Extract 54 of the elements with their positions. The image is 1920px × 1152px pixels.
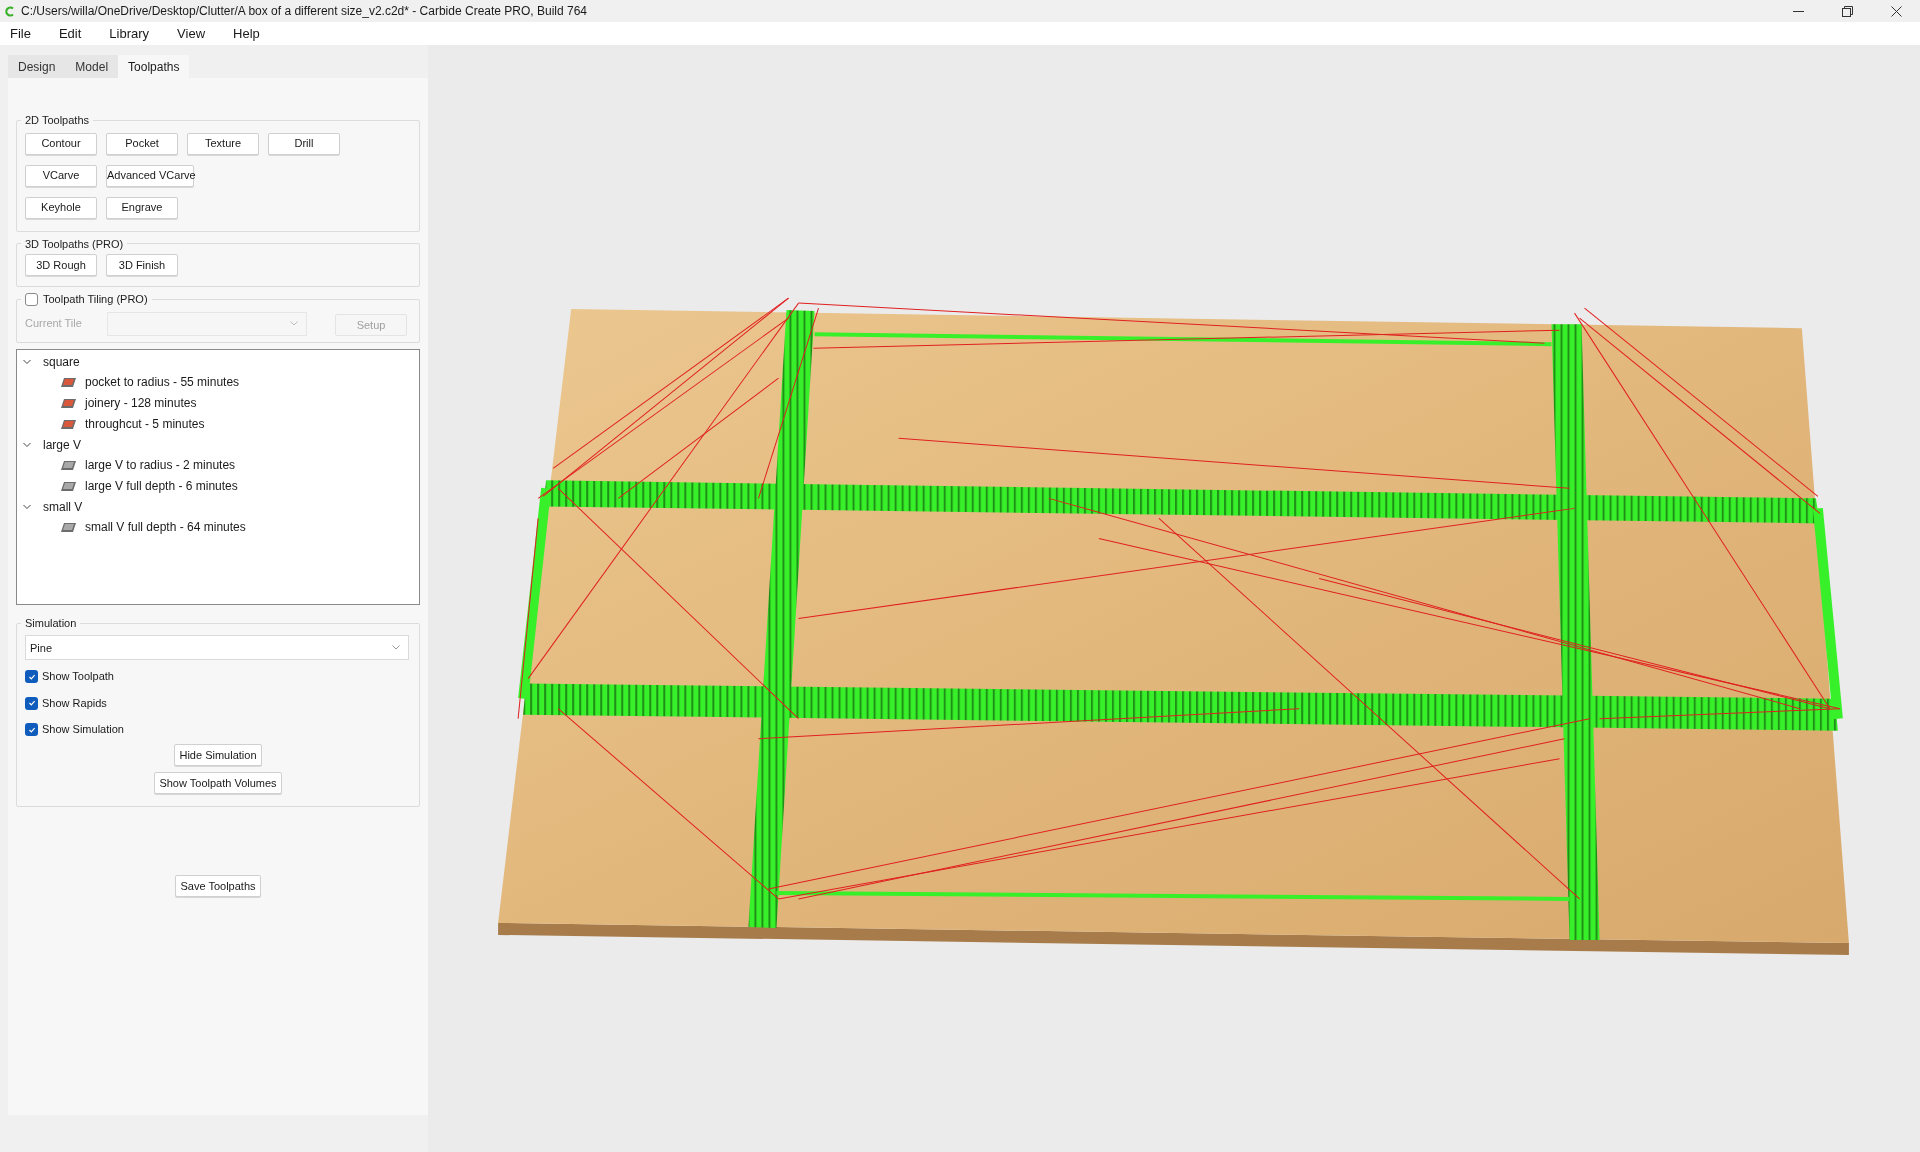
checkbox[interactable]	[25, 723, 38, 736]
group-title: 3D Toolpaths (PRO)	[24, 236, 125, 252]
checkmark-icon	[27, 725, 36, 734]
toolpath-button[interactable]: Pocket	[106, 132, 178, 155]
checkbox-label[interactable]: Show Rapids	[42, 694, 107, 712]
checkbox-label[interactable]: Show Toolpath	[42, 668, 114, 685]
toolpath-item[interactable]: throughcut - 5 minutes	[85, 415, 205, 434]
tree-group-label[interactable]: large V	[43, 435, 82, 454]
window-title: C:/Users/willa/OneDrive/Desktop/Clutter/A box of a different size_v2.c2d* - Carbide Create PRO, Build 764	[21, 3, 588, 20]
toolpath-item[interactable]: small V full depth - 64 minutes	[85, 518, 246, 537]
menu-item[interactable]: Edit	[50, 23, 90, 44]
tab[interactable]: Toolpaths	[118, 55, 190, 78]
chevron-down-icon	[392, 645, 400, 651]
menu-item[interactable]: File	[2, 23, 39, 44]
toolpath-button[interactable]: VCarve	[25, 164, 97, 187]
toolpath-button[interactable]: Advanced VCarve	[106, 164, 194, 187]
toolpath-item[interactable]: large V to radius - 2 minutes	[85, 456, 236, 475]
field-label: Current Tile	[25, 316, 83, 332]
app-logo-icon	[4, 5, 15, 17]
3d-viewport[interactable]	[428, 45, 1920, 1152]
chevron-down-icon[interactable]	[23, 440, 31, 449]
checkbox-label[interactable]: Show Simulation	[42, 721, 124, 738]
toolpath-button[interactable]: Keyhole	[25, 196, 97, 219]
toolpath-button[interactable]: 3D Finish	[106, 254, 178, 276]
restore-icon[interactable]	[1842, 5, 1853, 17]
chevron-down-icon[interactable]	[23, 502, 31, 511]
tab[interactable]: Design	[8, 55, 66, 78]
toolpath-button[interactable]: Engrave	[106, 196, 178, 219]
menu-item[interactable]: Library	[101, 23, 158, 44]
checkbox[interactable]	[25, 670, 38, 683]
checkmark-icon	[27, 672, 36, 681]
toolpath-button[interactable]: Show Toolpath Volumes	[154, 771, 282, 794]
toolpath-item[interactable]: pocket to radius - 55 minutes	[85, 373, 240, 392]
toolpath-item[interactable]: large V full depth - 6 minutes	[85, 477, 238, 496]
tree-group-label[interactable]: square	[43, 352, 80, 371]
toolpath-button[interactable]: Drill	[268, 132, 340, 155]
tree-group-label[interactable]: small V	[43, 497, 83, 516]
toolpath-button[interactable]: Contour	[25, 132, 97, 155]
group-title: Simulation	[24, 615, 78, 631]
toolpath-button[interactable]: 3D Rough	[25, 254, 97, 276]
toolpath-button[interactable]: Hide Simulation	[174, 743, 262, 766]
menu-item[interactable]: View	[169, 23, 214, 44]
checkbox[interactable]	[25, 696, 38, 710]
chevron-down-icon[interactable]	[23, 357, 31, 366]
toolpath-item[interactable]: joinery - 128 minutes	[85, 394, 197, 413]
tab[interactable]: Model	[65, 55, 119, 78]
menu-item[interactable]: Help	[225, 23, 268, 44]
checkmark-icon	[27, 699, 36, 707]
material-dropdown[interactable]: Pine	[25, 635, 409, 661]
close-icon[interactable]	[1891, 5, 1902, 17]
group-title: 2D Toolpaths	[24, 113, 90, 128]
toolpath-button[interactable]: Texture	[187, 132, 259, 155]
toolpath-button[interactable]: Save Toolpaths	[175, 874, 261, 897]
chevron-down-icon	[290, 321, 298, 327]
